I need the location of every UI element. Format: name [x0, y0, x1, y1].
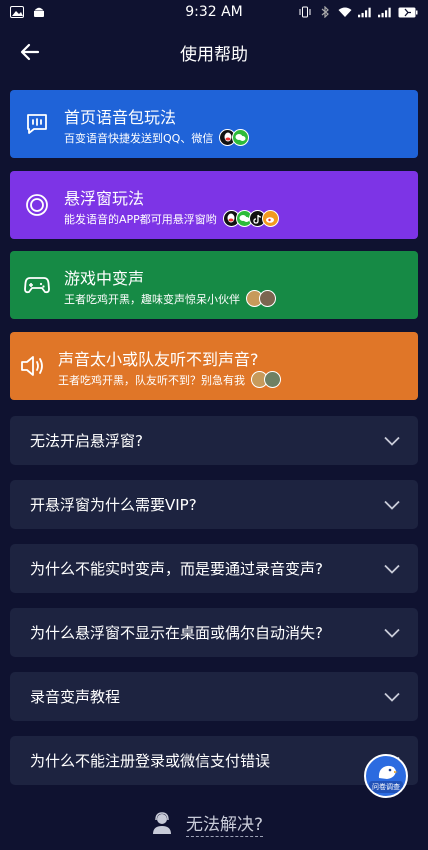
chevron-down-icon [384, 628, 400, 638]
image-notification-icon [10, 6, 24, 18]
feature-card-floating-window[interactable]: 悬浮窗玩法 能发语音的APP都可用悬浮窗哟 [10, 171, 418, 239]
feature-subtitle: 百变语音快捷发送到QQ、微信 [64, 131, 214, 145]
faq-item[interactable]: 为什么不能注册登录或微信支付错误 [10, 736, 418, 785]
unsolved-link[interactable]: 无法解决? [150, 806, 264, 840]
signal-icon [358, 6, 372, 18]
battery-icon [398, 6, 418, 18]
chevron-down-icon [384, 500, 400, 510]
faq-item[interactable]: 为什么不能实时变声，而是要通过录音变声? [10, 544, 418, 593]
faq-item[interactable]: 开悬浮窗为什么需要VIP? [10, 480, 418, 529]
vibrate-icon [298, 6, 312, 18]
faq-question: 开悬浮窗为什么需要VIP? [30, 496, 197, 514]
survey-label: 问卷调查 [369, 781, 403, 793]
bird-mascot-icon [378, 765, 398, 779]
faq-item[interactable]: 为什么悬浮窗不显示在桌面或偶尔自动消失? [10, 608, 418, 657]
back-arrow-icon [20, 43, 40, 61]
faq-question: 为什么不能实时变声，而是要通过录音变声? [30, 560, 323, 578]
feature-subtitle: 能发语音的APP都可用悬浮窗哟 [64, 212, 217, 226]
faq-question: 为什么悬浮窗不显示在桌面或偶尔自动消失? [30, 624, 323, 642]
faq-question: 为什么不能注册登录或微信支付错误 [30, 752, 271, 770]
game-avatar-icon [259, 290, 276, 307]
faq-question: 无法开启悬浮窗? [30, 432, 143, 450]
faq-item[interactable]: 录音变声教程 [10, 672, 418, 721]
circle-target-icon [24, 192, 50, 218]
feature-card-volume-help[interactable]: 声音太小或队友听不到声音? 王者吃鸡开黑，队友听不到？别急有我 [10, 332, 418, 400]
feature-card-voice-pack[interactable]: 首页语音包玩法 百变语音快捷发送到QQ、微信 [10, 90, 418, 158]
feature-subtitle: 王者吃鸡开黑，趣味变声惊呆小伙伴 [64, 292, 240, 306]
app-header: 使用帮助 [0, 24, 428, 80]
weibo-icon [261, 210, 279, 227]
speaker-icon [20, 353, 46, 379]
wifi-icon [338, 6, 352, 18]
feature-title: 悬浮窗玩法 [64, 189, 145, 208]
signal-icon-2 [378, 6, 392, 18]
faq-item[interactable]: 无法开启悬浮窗? [10, 416, 418, 465]
back-button[interactable] [14, 38, 46, 66]
page-title: 使用帮助 [180, 44, 248, 65]
bluetooth-icon [318, 6, 332, 18]
chevron-down-icon [384, 436, 400, 446]
message-icon [24, 111, 50, 137]
feature-title: 首页语音包玩法 [64, 108, 177, 127]
chevron-down-icon [384, 564, 400, 574]
game-avatar-icon [264, 371, 281, 388]
wechat-icon [232, 129, 250, 146]
customer-service-icon [153, 812, 171, 834]
feature-title: 声音太小或队友听不到声音? [58, 350, 259, 369]
feature-card-game-voice[interactable]: 游戏中变声 王者吃鸡开黑，趣味变声惊呆小伙伴 [10, 251, 418, 319]
chevron-down-icon [384, 692, 400, 702]
feature-title: 游戏中变声 [64, 269, 145, 288]
android-icon [32, 6, 46, 18]
feature-subtitle: 王者吃鸡开黑，队友听不到？别急有我 [58, 373, 245, 387]
unsolved-label: 无法解决? [186, 810, 264, 837]
gamepad-icon [24, 272, 50, 298]
survey-button[interactable]: 问卷调查 [364, 754, 408, 798]
status-bar: 9:32 AM [0, 0, 428, 24]
faq-question: 录音变声教程 [30, 688, 121, 706]
